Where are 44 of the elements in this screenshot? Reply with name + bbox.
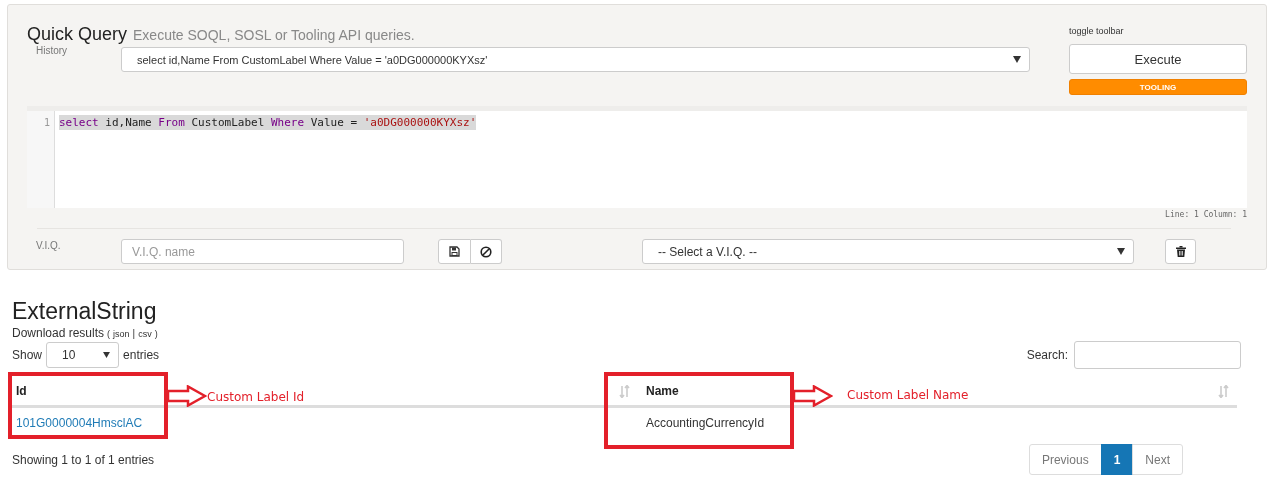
entries-label: entries [123,348,160,362]
table-cell: AccountingCurrencyId [646,415,765,430]
caret-icon [103,352,111,358]
sort-icon [1218,384,1229,398]
execute-button[interactable]: Execute [1069,44,1247,74]
panel-subtitle: Execute SOQL, SOSL or Tooling API queries. [133,27,415,43]
save-icon [449,246,460,257]
download-label: Download results [12,326,105,340]
download-bracket: ( [107,329,111,339]
code-editor[interactable]: 1 select id,Name From CustomLabel Where Value = 'a0DG000000KYXsz' [27,106,1247,208]
toggle-toolbar-link[interactable]: toggle toolbar [1069,24,1247,44]
download-link[interactable]: json [113,329,130,339]
caret-icon [1013,56,1021,63]
record-id-link[interactable]: 101G0000004HmsclAC [16,415,143,430]
history-label: History [35,44,69,56]
download-bracket: ) [154,329,158,339]
pagination-button[interactable]: Previous [1028,444,1102,475]
delete-button[interactable] [1165,239,1196,264]
line-number: 1 [43,117,50,128]
annotation-arrow [793,385,833,407]
page-size-select[interactable]: 10 [46,342,120,368]
annotation-arrow [167,385,207,407]
cursor-status: Line: 1 Column: 1 [1165,210,1247,221]
caret-icon [1117,248,1125,255]
viq-select[interactable]: -- Select a V.I.Q. -- [642,239,1134,264]
save-button[interactable] [438,239,471,264]
search-field[interactable] [1074,341,1241,369]
results-title: ExternalString [12,298,158,324]
ban-icon [480,245,492,258]
download-separator: | [132,328,136,339]
clear-button[interactable] [471,239,502,264]
history-select[interactable]: select id,Name From CustomLabel Where Value = 'a0DG000000KYXsz' [121,47,1030,72]
sort-icon [619,384,630,398]
download-link[interactable]: csv [138,329,152,339]
search-label: Search: [1026,348,1068,362]
table-info: Showing 1 to 1 of 1 entries [12,452,155,467]
panel-title: Quick Query [27,24,128,45]
annotation-text: Custom Label Id [207,390,305,404]
annotation-text: Custom Label Name [847,388,969,402]
show-label: Show [12,348,43,362]
viq-name-field[interactable]: V.I.Q. name [121,239,404,264]
trash-icon [1175,246,1186,257]
viq-label: V.I.Q. [35,239,62,251]
pagination-button[interactable]: Next [1132,444,1183,475]
